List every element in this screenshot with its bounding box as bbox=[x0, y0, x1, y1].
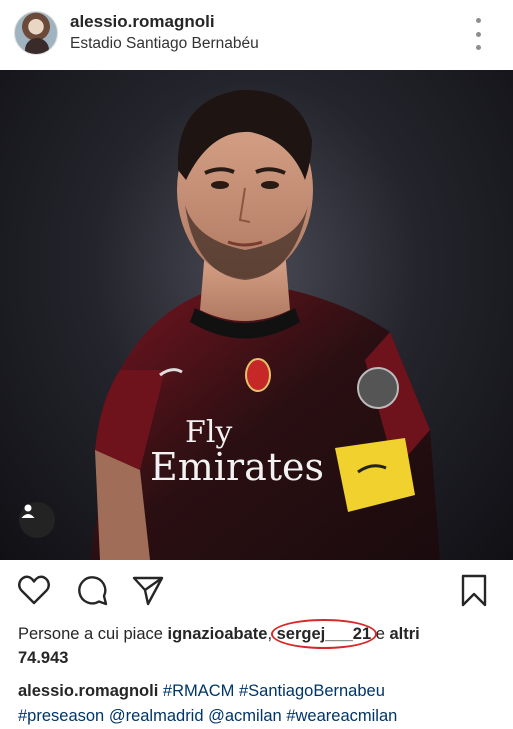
more-dot bbox=[475, 45, 481, 50]
likes-line: Persone a cui piace ignazioabate, sergej… bbox=[18, 619, 496, 670]
avatar[interactable] bbox=[14, 11, 58, 55]
more-vertical-icon[interactable] bbox=[468, 18, 488, 50]
liker-sergej[interactable]: sergej___21 bbox=[270, 619, 377, 649]
action-bar bbox=[0, 560, 513, 618]
likes-others-label[interactable]: altri bbox=[389, 625, 419, 643]
post-location[interactable]: Estadio Santiago Bernabéu bbox=[70, 33, 259, 55]
person-glyph bbox=[21, 504, 35, 518]
more-dot bbox=[475, 31, 481, 37]
post-caption: alessio.romagnoli #RMACM #SantiagoBernab… bbox=[18, 679, 508, 729]
hashtag-preseason[interactable]: #preseason bbox=[18, 707, 104, 725]
hashtag-weareacmilan[interactable]: #weareacmilan bbox=[286, 707, 397, 725]
post-username[interactable]: alessio.romagnoli bbox=[70, 12, 259, 32]
liker-ignazioabate[interactable]: ignazioabate bbox=[168, 625, 268, 643]
likes-prefix: Persone a cui piace bbox=[18, 625, 168, 643]
post-header: alessio.romagnoli Estadio Santiago Berna… bbox=[0, 0, 513, 70]
likes-others-count[interactable]: 74.943 bbox=[18, 649, 68, 667]
hashtag-santiagobernabeu[interactable]: #SantiagoBernabeu bbox=[239, 682, 385, 700]
post-photo[interactable]: Fly Emirates bbox=[0, 70, 513, 560]
user-block: alessio.romagnoli Estadio Santiago Berna… bbox=[70, 12, 259, 55]
caption-author[interactable]: alessio.romagnoli bbox=[18, 682, 158, 700]
player-illustration: Fly Emirates bbox=[90, 89, 440, 560]
hashtag-rmacm[interactable]: #RMACM bbox=[163, 682, 235, 700]
mention-acmilan[interactable]: @acmilan bbox=[208, 707, 282, 725]
comment-icon[interactable] bbox=[74, 572, 110, 608]
sponsor-line2: Emirates bbox=[150, 445, 324, 489]
heart-icon[interactable] bbox=[16, 572, 52, 608]
bookmark-icon[interactable] bbox=[456, 572, 492, 608]
mention-realmadrid[interactable]: @realmadrid bbox=[109, 707, 204, 725]
more-dot bbox=[475, 18, 481, 23]
share-icon[interactable] bbox=[130, 572, 166, 608]
user-tag-icon[interactable] bbox=[19, 502, 55, 538]
